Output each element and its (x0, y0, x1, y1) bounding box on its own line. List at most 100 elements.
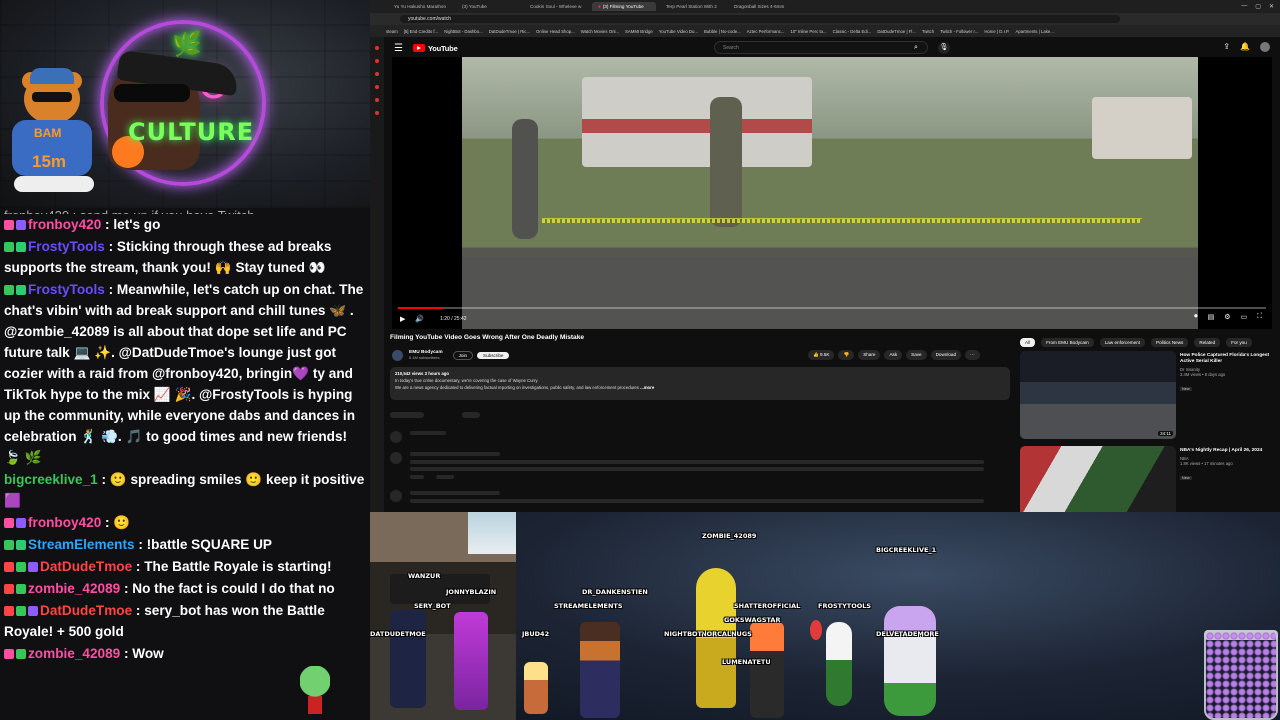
chat-text: : let's go (101, 217, 161, 232)
filter-chip[interactable]: Law enforcement (1099, 338, 1145, 347)
chat-username[interactable]: DatDudeTmoe (40, 559, 132, 574)
avatar[interactable] (1260, 42, 1270, 52)
play-icon[interactable]: ▶ (400, 315, 405, 323)
voice-search-icon[interactable]: 🎙 (938, 42, 950, 54)
recommendation-title[interactable]: How Police Captured Florida's Longest Ac… (1180, 353, 1276, 365)
browser-tab[interactable]: Terp Pearl Station With 2 (660, 2, 724, 11)
chat-username[interactable]: FrostyTools (28, 282, 105, 297)
filter-chip[interactable]: From EMU Bodycam (1041, 338, 1094, 347)
chat-username[interactable]: bigcreeklive_1 (4, 472, 98, 487)
browser-tab[interactable]: Dragonball Sizes 4-6mm (728, 2, 792, 11)
filter-chip[interactable]: For you (1226, 338, 1252, 347)
search-icon[interactable]: ⌕ (914, 44, 918, 52)
settings-icon[interactable]: ⚙ (1224, 313, 1230, 321)
subscribe-button[interactable]: Subscribe (477, 351, 510, 359)
description-box[interactable]: 210,542 views 3 hours ago In today's tru… (390, 367, 1010, 400)
join-button[interactable]: Join (452, 350, 474, 360)
browser-tab[interactable]: (3) Filming YouTube (592, 2, 656, 11)
recommendation-item[interactable]: EVERYTHING NBA's Nightly Recap | April 26… (1020, 446, 1278, 512)
sidebar-dot[interactable] (375, 72, 379, 76)
chat-username[interactable]: zombie_42089 (28, 646, 120, 661)
browser-tab[interactable]: Cookin Soul - Wheleve w (524, 2, 588, 11)
bookmark-item[interactable]: Twitch (922, 29, 934, 34)
browser-tab[interactable]: (3) YouTube (456, 2, 520, 11)
video-title: Filming YouTube Video Goes Wrong After O… (390, 334, 585, 341)
chat-message: FrostyTools : Meanwhile, let's catch up … (4, 279, 366, 468)
browser-window: Yu Yu Hakusho Marathon (3) YouTube Cookin … (370, 0, 1280, 512)
fullscreen-icon[interactable]: ⛶ (1257, 313, 1262, 321)
bookmark-item[interactable]: Watch Movies Onl... (581, 29, 619, 34)
captions-icon[interactable]: ▤ (1208, 313, 1215, 321)
like-button[interactable]: 👍 9.5K (808, 350, 835, 360)
video-frame[interactable] (462, 57, 1198, 329)
channel-avatar[interactable] (392, 349, 403, 361)
sidebar-dot[interactable] (375, 98, 379, 102)
more-actions-button[interactable]: ··· (965, 350, 980, 360)
fighter-sprite (454, 612, 488, 710)
bookmark-item[interactable]: [5] End Credits f... (404, 29, 438, 34)
filter-chip[interactable]: All (1020, 338, 1036, 347)
recommendation-list: 34:11 How Police Captured Florida's Longe… (1020, 351, 1278, 512)
bookmark-item[interactable]: steam (386, 29, 398, 34)
ask-button[interactable]: Ask (884, 350, 903, 360)
dislike-button[interactable]: 👎 (838, 350, 855, 360)
bookmark-item[interactable]: Bubble | No-code... (704, 29, 741, 34)
volume-icon[interactable]: 🔊 (415, 315, 424, 323)
bear-shoes (14, 176, 94, 192)
recommendation-title[interactable]: NBA's Nightly Recap | April 26, 2024 (1180, 448, 1276, 454)
chat-username[interactable]: StreamElements (28, 537, 135, 552)
create-icon[interactable]: ⇪ (1223, 42, 1230, 52)
header-actions: ⇪ 🔔 (1223, 42, 1270, 52)
sidebar-dot[interactable] (375, 46, 379, 50)
filter-chip[interactable]: Related (1194, 338, 1221, 347)
show-more-link[interactable]: ...more (640, 385, 654, 390)
chat-username[interactable]: fronboy420 (28, 515, 101, 530)
chat-username[interactable]: zombie_42089 (28, 581, 120, 596)
bookmark-item[interactable]: Twitch - Follower r... (940, 29, 978, 34)
chat-username[interactable]: FrostyTools (28, 239, 105, 254)
bookmark-item[interactable]: NightBot - Dashbo... (444, 29, 483, 34)
chat-message: zombie_42089 : Wow (4, 643, 366, 664)
chat-badge-icon (4, 584, 14, 594)
chat-badge-icon (4, 649, 14, 659)
sidebar-dot[interactable] (375, 85, 379, 89)
maximize-icon[interactable]: ▢ (1255, 3, 1261, 10)
video-player[interactable]: ▶ 🔊 1:20 / 25:42 ⏺ ▤ ⚙ ▭ ⛶ (392, 57, 1272, 329)
share-button[interactable]: Share (858, 350, 881, 360)
bookmark-item[interactable]: DatDudeTmoe | Ric... (489, 29, 530, 34)
miniplayer-icon[interactable]: ▭ (1240, 313, 1247, 321)
chat-panel: fronboy420 : send me up if you have Twit… (0, 208, 370, 720)
recommendation-thumbnail[interactable]: 34:11 (1020, 351, 1176, 439)
browser-tab[interactable]: Yu Yu Hakusho Marathon (388, 2, 452, 11)
sidebar-dot[interactable] (375, 111, 379, 115)
bookmark-item[interactable]: Online Head Shop... (536, 29, 575, 34)
recommendation-item[interactable]: 34:11 How Police Captured Florida's Longe… (1020, 351, 1278, 443)
chat-username[interactable]: DatDudeTmoe (40, 603, 132, 618)
bookmark-item[interactable]: YouTube Video Do... (659, 29, 698, 34)
search-input[interactable]: Search (714, 41, 928, 54)
youtube-logo[interactable]: YouTube (412, 44, 458, 53)
bookmark-item[interactable]: SAMMI Bridge (625, 29, 653, 34)
minimize-icon[interactable]: — (1241, 3, 1247, 10)
bookmark-item[interactable]: Home | D.I.P. (984, 29, 1009, 34)
bookmark-item[interactable]: Aztec Performanc... (747, 29, 785, 34)
new-badge: New (1180, 387, 1192, 391)
close-icon[interactable]: ✕ (1269, 3, 1274, 10)
save-button[interactable]: Save (906, 350, 927, 360)
bookmark-item[interactable]: 10" Inline Perc to... (790, 29, 826, 34)
bookmark-item[interactable]: Apartments | Lake... (1015, 29, 1053, 34)
autoplay-toggle-icon[interactable]: ⏺ (1194, 313, 1198, 321)
download-button[interactable]: Download (930, 350, 962, 360)
chat-username[interactable]: fronboy420 (28, 217, 101, 232)
notifications-icon[interactable]: 🔔 (1240, 42, 1250, 52)
recommendation-thumbnail[interactable]: EVERYTHING (1020, 446, 1176, 512)
hamburger-menu-icon[interactable]: ☰ (394, 43, 403, 54)
stream-layout: 🌿 CO CULTURE BAM 15m fronboy420 : send m… (0, 0, 1280, 720)
bookmark-item[interactable]: Classic - Delta Edi... (833, 29, 872, 34)
url-field[interactable]: youtube.com/watch (400, 15, 1120, 23)
chat-badge-icon (4, 540, 14, 550)
sidebar-dot[interactable] (375, 59, 379, 63)
filter-chip[interactable]: Politics News (1151, 338, 1189, 347)
bookmark-item[interactable]: DatDudeTmoe | Fl... (877, 29, 916, 34)
tab-bar: Yu Yu Hakusho Marathon (3) YouTube Cookin … (370, 0, 1280, 13)
